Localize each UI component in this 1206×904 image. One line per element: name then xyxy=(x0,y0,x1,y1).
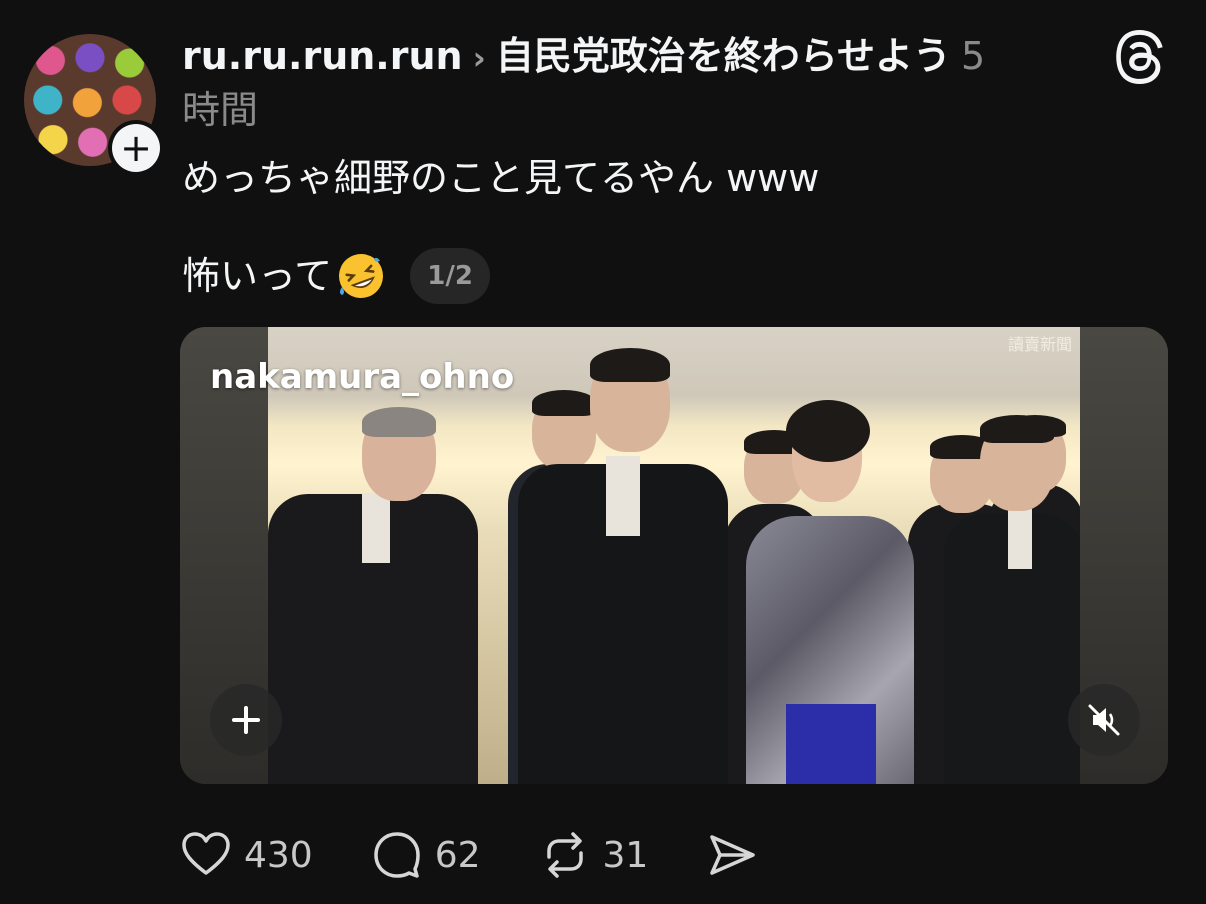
post-text-line-2: 怖いって 1/2 xyxy=(182,248,491,304)
like-button[interactable]: 430 xyxy=(180,829,313,881)
watermark: 讀賣新聞 xyxy=(1007,335,1072,354)
mute-toggle-button[interactable] xyxy=(1068,684,1140,756)
media-pager-badge: 1/2 xyxy=(410,248,491,304)
video-player[interactable]: 讀賣新聞 nakamura_ohno xyxy=(180,327,1168,784)
repost-count: 31 xyxy=(602,834,649,876)
post-text-line-1: めっちゃ細野のこと見てるやん www xyxy=(182,156,820,200)
reply-count: 62 xyxy=(434,834,481,876)
video-figure xyxy=(268,407,478,784)
like-count: 430 xyxy=(244,834,313,876)
laughing-emoji-icon xyxy=(339,254,384,298)
video-figure xyxy=(518,348,728,784)
action-bar: 430 62 31 xyxy=(180,822,816,888)
repost-button[interactable]: 31 xyxy=(539,829,649,881)
topic-tag[interactable]: 自民党政治を終わらせよう xyxy=(496,34,951,78)
follow-button[interactable]: + xyxy=(108,120,164,176)
thread-post: + ru.ru.run.run › 自民党政治を終わらせよう 5 時間 めっちゃ細野のこ… xyxy=(0,0,1206,904)
heart-icon xyxy=(182,832,230,875)
repost-icon xyxy=(546,832,583,878)
post-header: ru.ru.run.run › 自民党政治を終わらせよう 5 時間 xyxy=(182,30,1062,136)
timestamp-value: 5 xyxy=(961,34,986,78)
post-text-line-2-text: 怖いって xyxy=(182,254,333,298)
speaker-muted-icon xyxy=(1088,704,1120,736)
timestamp-unit: 時間 xyxy=(182,88,259,132)
reply-button[interactable]: 62 xyxy=(371,829,481,881)
video-figure xyxy=(746,400,914,784)
share-button[interactable] xyxy=(706,829,758,881)
plus-icon xyxy=(232,706,260,734)
send-icon xyxy=(710,835,756,875)
plus-icon: + xyxy=(112,124,160,172)
username[interactable]: ru.ru.run.run xyxy=(182,34,463,78)
video-figure xyxy=(944,415,1082,784)
chevron-right-icon: › xyxy=(472,39,486,77)
comment-bubble-icon xyxy=(373,832,420,878)
threads-logo-icon[interactable] xyxy=(1112,28,1170,86)
add-button[interactable] xyxy=(210,684,282,756)
video-overlay-username: nakamura_ohno xyxy=(210,357,515,397)
